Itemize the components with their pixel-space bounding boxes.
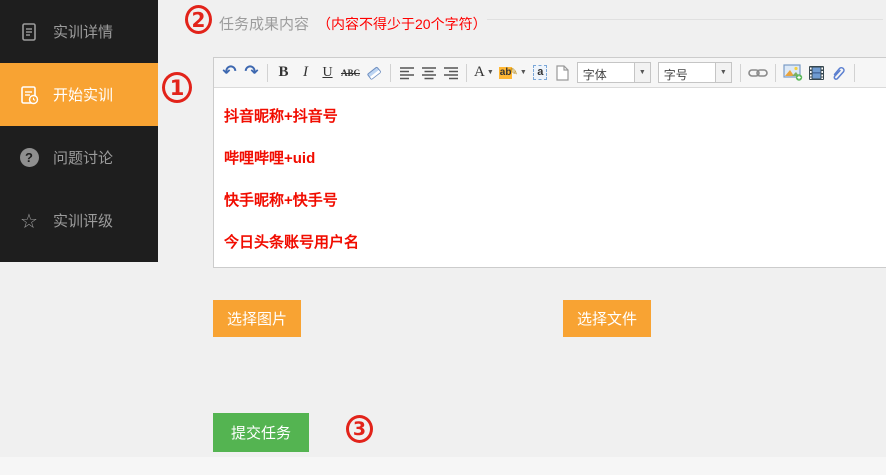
document-clock-icon [18, 84, 40, 106]
question-circle-icon: ? [18, 147, 40, 169]
link-icon [748, 67, 768, 79]
annotation-circle-2: 2 [185, 5, 212, 34]
strikethrough-button[interactable]: ABC [339, 62, 362, 84]
editor-line: 快手昵称+快手号 [224, 189, 876, 210]
film-icon [808, 65, 825, 81]
chevron-down-icon: ▼ [720, 69, 727, 76]
page-title: 任务成果内容 [219, 13, 309, 34]
toolbar-separator [854, 64, 855, 82]
align-right-button[interactable] [440, 62, 461, 84]
paperclip-icon [830, 65, 846, 81]
star-glyph: ☆ [20, 211, 38, 231]
section-header: 任务成果内容 （内容不得少于20个字符） [219, 13, 487, 34]
annotation-circle-3: 3 [346, 415, 373, 443]
footer-strip [0, 457, 886, 475]
font-color-button[interactable]: A ▼ [472, 62, 496, 84]
attach-file-button[interactable] [828, 62, 849, 84]
insert-media-button[interactable] [806, 62, 827, 84]
editor-line: 抖音昵称+抖音号 [224, 105, 876, 126]
sidebar-item-label: 实训详情 [53, 21, 113, 42]
remove-format-button[interactable] [363, 62, 385, 84]
image-icon [783, 64, 803, 81]
select-arrow: ▼ [634, 63, 650, 82]
align-right-icon [443, 66, 459, 80]
underline-icon: U [322, 65, 332, 81]
select-file-button[interactable]: 选择文件 [563, 300, 651, 337]
annotation-circle-1: 1 [162, 72, 192, 103]
font-family-value: 字体 [578, 63, 634, 82]
chevron-down-icon: ▼ [639, 69, 646, 76]
select-arrow: ▼ [715, 63, 731, 82]
document-icon [18, 21, 40, 43]
insert-link-button[interactable] [746, 62, 770, 84]
select-image-button[interactable]: 选择图片 [213, 300, 301, 337]
toolbar-separator [775, 64, 776, 82]
editor-line: 哔哩哔哩+uid [224, 147, 876, 168]
strikethrough-icon: ABC [341, 68, 360, 78]
bold-icon: B [278, 64, 288, 81]
toolbar-separator [740, 64, 741, 82]
align-left-button[interactable] [396, 62, 417, 84]
blank-page-icon [555, 65, 569, 81]
page-note: （内容不得少于20个字符） [317, 14, 487, 34]
sidebar-item-start-training[interactable]: 开始实训 [0, 63, 158, 126]
editor-content-area[interactable]: 抖音昵称+抖音号 哔哩哔哩+uid 快手昵称+快手号 今日头条账号用户名 [214, 88, 886, 252]
redo-button[interactable]: ↷ [241, 62, 262, 84]
sidebar-item-label: 问题讨论 [53, 147, 113, 168]
align-center-button[interactable] [418, 62, 439, 84]
toolbar-separator [390, 64, 391, 82]
font-color-icon: A [474, 64, 485, 81]
bold-button[interactable]: B [273, 62, 294, 84]
submit-task-button[interactable]: 提交任务 [213, 413, 309, 452]
align-center-icon [421, 66, 437, 80]
sidebar: 实训详情 开始实训 ? 问题讨论 ☆ 实训 [0, 0, 158, 262]
chevron-down-icon: ▼ [520, 69, 527, 76]
toolbar-separator [466, 64, 467, 82]
font-family-select[interactable]: 字体 ▼ [577, 62, 651, 83]
italic-icon: I [303, 64, 308, 81]
sidebar-item-label: 实训评级 [53, 210, 113, 231]
redo-icon: ↷ [244, 64, 258, 81]
header-divider [487, 19, 883, 20]
undo-icon: ↶ [222, 64, 236, 81]
editor-toolbar: ↶ ↷ B I U ABC [214, 58, 886, 88]
font-size-value: 字号 [659, 63, 715, 82]
sidebar-item-question-discussion[interactable]: ? 问题讨论 [0, 126, 158, 189]
star-icon: ☆ [18, 210, 40, 232]
undo-button[interactable]: ↶ [219, 62, 240, 84]
italic-button[interactable]: I [295, 62, 316, 84]
font-size-select[interactable]: 字号 ▼ [658, 62, 732, 83]
sidebar-item-training-rating[interactable]: ☆ 实训评级 [0, 189, 158, 252]
sidebar-item-training-details[interactable]: 实训详情 [0, 0, 158, 63]
eraser-icon [365, 65, 383, 81]
toolbar-separator [267, 64, 268, 82]
highlight-color-button[interactable]: ab ✎ ▼ [497, 62, 529, 84]
pencil-icon: ✎ [509, 67, 517, 78]
question-mark-glyph: ? [20, 148, 39, 167]
char-border-icon: a [533, 65, 547, 80]
char-border-button[interactable]: a [530, 62, 551, 84]
align-left-icon [399, 66, 415, 80]
editor-line: 今日头条账号用户名 [224, 231, 876, 252]
new-page-button[interactable] [552, 62, 573, 84]
page: 实训详情 开始实训 ? 问题讨论 ☆ 实训 [0, 0, 886, 475]
sidebar-item-label: 开始实训 [53, 84, 113, 105]
rich-text-editor: ↶ ↷ B I U ABC [213, 57, 886, 268]
chevron-down-icon: ▼ [487, 69, 494, 76]
underline-button[interactable]: U [317, 62, 338, 84]
insert-image-button[interactable] [781, 62, 805, 84]
